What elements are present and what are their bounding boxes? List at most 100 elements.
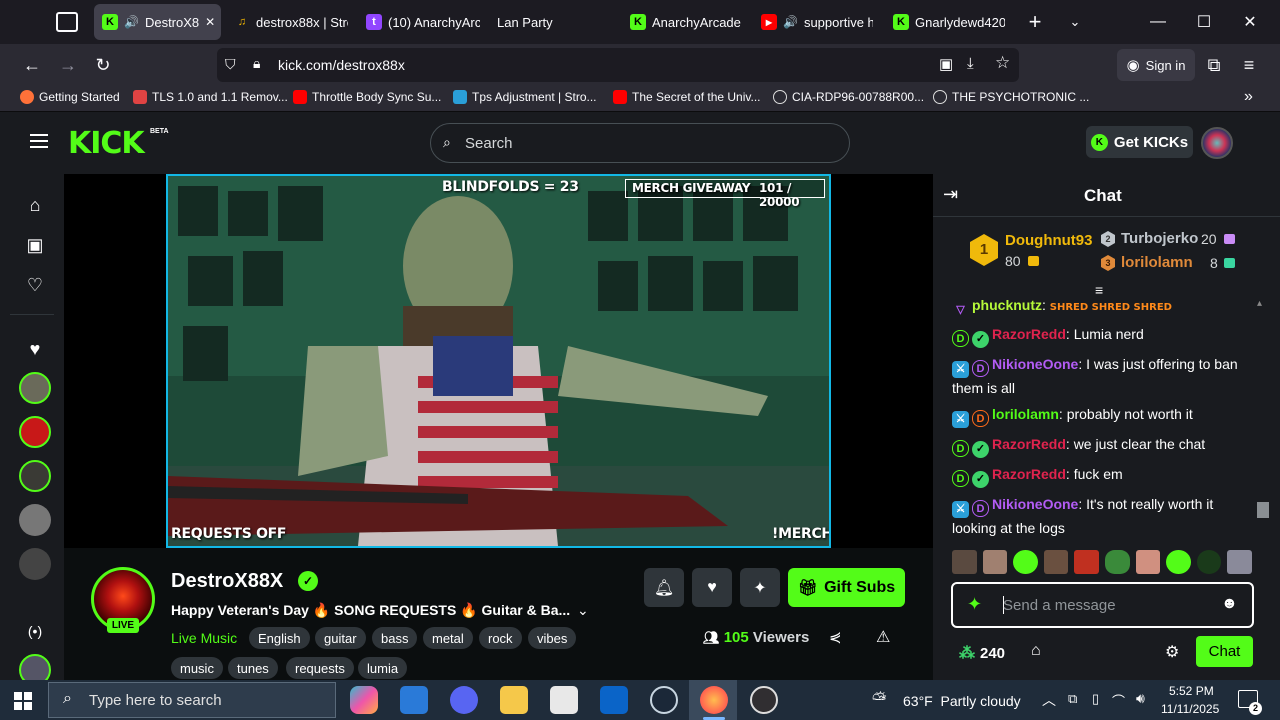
sparkle-icon[interactable]: ✦ <box>967 594 982 615</box>
firefox-icon[interactable] <box>700 686 728 714</box>
extensions-icon[interactable]: ⧉ <box>1201 52 1227 78</box>
file-explorer-app-icon[interactable] <box>400 686 428 714</box>
store-app-icon[interactable] <box>550 686 578 714</box>
taskbar-search[interactable]: ⌕ Type here to search <box>48 682 336 718</box>
report-warning-icon[interactable]: ⚠ <box>876 627 890 647</box>
bookmark-item[interactable]: TLS 1.0 and 1.1 Remov... <box>133 90 288 104</box>
emote-icon[interactable] <box>1074 550 1099 574</box>
send-chat-button[interactable]: Chat <box>1196 636 1253 667</box>
tag[interactable]: requests <box>286 657 354 679</box>
chat-username[interactable]: RazorRedd <box>992 466 1066 482</box>
leader-name[interactable]: Turbojerko <box>1121 230 1198 247</box>
chat-scrollbar[interactable]: ▴ <box>1256 298 1270 538</box>
gift-subs-button[interactable]: 🎁︎ Gift Subs <box>788 568 905 607</box>
emote-icon[interactable] <box>1227 550 1252 574</box>
video-frame[interactable]: BLINDFOLDS = 23 MERCH GIVEAWAY 101 / 200… <box>166 174 831 548</box>
shield-icon[interactable]: ⛉ <box>225 56 236 73</box>
menu-icon[interactable]: ≡ <box>1236 52 1262 78</box>
live-broadcast-icon[interactable]: (•) <box>22 618 48 644</box>
list-tabs-icon[interactable]: ⌄ <box>1052 0 1098 44</box>
tab-lan-party[interactable]: Lan Party <box>497 4 607 40</box>
chat-username[interactable]: NikioneOone <box>992 356 1078 372</box>
tag[interactable]: English <box>249 627 310 649</box>
tag[interactable]: music <box>171 657 223 679</box>
bookmark-item[interactable]: CIA-RDP96-00788R00... <box>773 90 924 104</box>
tag[interactable]: guitar <box>315 627 366 649</box>
outlook-icon[interactable] <box>600 686 628 714</box>
emote-icon[interactable] <box>982 550 1008 574</box>
obs-icon[interactable] <box>750 686 778 714</box>
leader-name[interactable]: Doughnut93 <box>1005 232 1093 249</box>
speaker-icon[interactable]: 🔊 <box>783 15 798 29</box>
tab-overview-icon[interactable] <box>56 12 78 32</box>
speaker-icon[interactable]: 🔊 <box>124 15 139 29</box>
more-bookmarks-icon[interactable]: » <box>1244 88 1253 106</box>
search-input[interactable]: ⌕ Search <box>430 123 850 163</box>
url-text[interactable]: kick.com/destrox88x <box>278 57 405 73</box>
reader-icon[interactable]: ▣ <box>939 55 953 73</box>
bookmark-star-icon[interactable]: ☆ <box>995 53 1010 73</box>
steam-icon[interactable] <box>650 686 678 714</box>
copilot-icon[interactable] <box>350 686 378 714</box>
follow-button[interactable]: ♥ <box>692 568 732 607</box>
emote-icon[interactable] <box>1104 550 1130 574</box>
emote-icon[interactable] <box>1166 550 1191 574</box>
followed-channel-avatar[interactable] <box>19 416 51 448</box>
home-icon[interactable]: ⌂ <box>22 192 48 218</box>
browse-icon[interactable]: ▣ <box>22 232 48 258</box>
share-icon[interactable]: ⋞ <box>829 628 842 646</box>
hamburger-icon[interactable] <box>30 134 48 148</box>
channel-points[interactable]: ⁂ 240 <box>959 643 1005 663</box>
heart-icon[interactable]: ♥ <box>22 336 48 362</box>
tab-anarchyarcade-kick[interactable]: K AnarchyArcade S <box>630 4 742 40</box>
followed-channel-avatar[interactable] <box>19 372 51 404</box>
bookmark-item[interactable]: Throttle Body Sync Su... <box>293 90 441 104</box>
emote-icon[interactable] <box>1043 550 1069 574</box>
clock-date[interactable]: 11/11/2025 <box>1161 702 1219 716</box>
emote-icon[interactable] <box>1013 550 1038 574</box>
weather-icon[interactable]: ⛅︎ <box>872 689 886 710</box>
chat-settings-icon[interactable]: ⚙ <box>1165 642 1179 662</box>
tag[interactable]: tunes <box>228 657 278 679</box>
back-icon[interactable]: ← <box>19 52 45 78</box>
lock-icon[interactable]: 🔒︎ <box>253 55 260 72</box>
url-bar[interactable]: ⛉ 🔒︎ kick.com/destrox88x ▣ ⤓ ☆ <box>217 48 1019 82</box>
minimize-icon[interactable]: — <box>1135 0 1181 44</box>
emote-icon[interactable] <box>1135 550 1161 574</box>
clock-time[interactable]: 5:52 PM <box>1169 684 1214 698</box>
network-icon[interactable]: ⌒ <box>1112 691 1125 710</box>
discord-icon[interactable] <box>450 686 478 714</box>
notification-bell-button[interactable]: 🔔︎ <box>644 568 684 607</box>
tab-anarchyarcade-twitch[interactable]: t (10) AnarchyArca <box>366 4 480 40</box>
followed-channel-avatar[interactable] <box>19 548 51 580</box>
tab-destrox[interactable]: K 🔊 DestroX8 ✕ <box>94 4 221 40</box>
followed-channel-avatar[interactable] <box>19 460 51 492</box>
emoji-icon[interactable]: ☻ <box>1221 595 1238 613</box>
tag[interactable]: bass <box>372 627 418 649</box>
bookmark-item[interactable]: Tps Adjustment | Stro... <box>453 90 597 104</box>
tab-destrox-stream[interactable]: ♫ destrox88x | Stre <box>234 4 348 40</box>
tab-youtube[interactable]: ▶ 🔊 supportive h <box>761 4 873 40</box>
expand-title-icon[interactable]: ⌄ <box>577 602 589 619</box>
bookmark-item[interactable]: Getting Started <box>20 90 120 104</box>
reload-icon[interactable]: ↻ <box>90 52 116 78</box>
category-link[interactable]: Live Music <box>171 630 237 646</box>
followed-channel-avatar[interactable] <box>19 504 51 536</box>
tag[interactable]: lumia <box>358 657 408 679</box>
volume-icon[interactable]: 🔊︎ <box>1136 690 1145 707</box>
emote-icon[interactable] <box>952 550 977 574</box>
battery-icon[interactable]: ▯ <box>1092 691 1099 707</box>
close-tab-icon[interactable]: ✕ <box>205 15 215 29</box>
following-heart-icon[interactable]: ♡ <box>22 272 48 298</box>
emote-icon[interactable] <box>1196 550 1222 574</box>
weather-text[interactable]: 63°F Partly cloudy <box>903 693 1021 709</box>
bookmark-item[interactable]: The Secret of the Univ... <box>613 90 761 104</box>
windows-start-icon[interactable] <box>14 692 32 710</box>
forward-icon[interactable]: → <box>55 52 81 78</box>
chat-username[interactable]: phucknutz <box>972 297 1042 313</box>
tag[interactable]: vibes <box>528 627 577 649</box>
chat-username[interactable]: RazorRedd <box>992 436 1066 452</box>
tag[interactable]: metal <box>423 627 473 649</box>
kick-logo[interactable]: KICK <box>68 126 145 161</box>
chat-username[interactable]: NikioneOone <box>992 496 1078 512</box>
